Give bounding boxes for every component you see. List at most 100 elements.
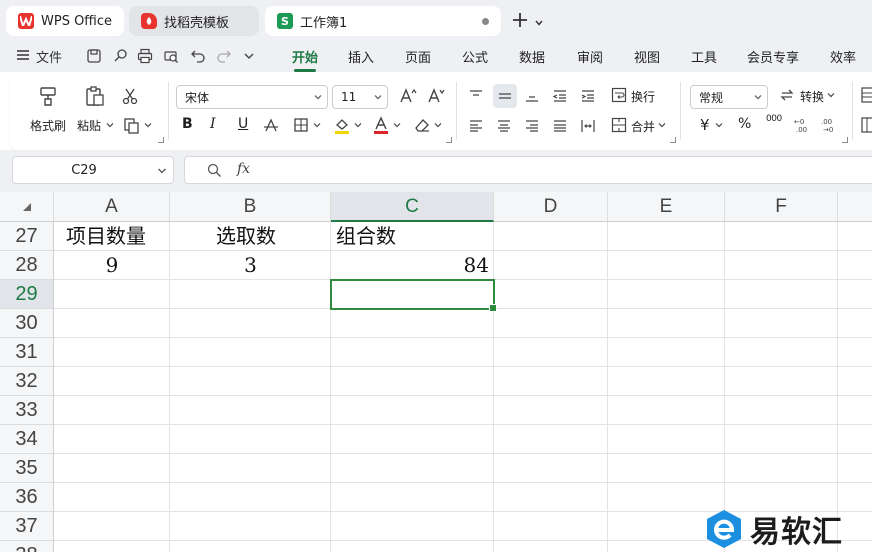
column-header-a[interactable]: A	[54, 192, 170, 222]
wrap-text-label[interactable]: 换行	[631, 88, 655, 105]
justify-icon[interactable]	[550, 116, 570, 136]
tab-formulas[interactable]: 公式	[462, 47, 488, 66]
column-header-e[interactable]: E	[608, 192, 725, 222]
row-header-34[interactable]: 34	[0, 425, 54, 454]
tab-wps-office[interactable]: WPS Office	[6, 6, 124, 36]
column-header-d[interactable]: D	[494, 192, 608, 222]
number-group-expand-icon[interactable]	[842, 137, 848, 143]
print-icon[interactable]	[137, 46, 153, 66]
chevron-down-icon[interactable]	[157, 166, 167, 176]
tab-view[interactable]: 视图	[634, 47, 660, 66]
cell-style-icon[interactable]	[860, 116, 872, 134]
wrap-text-icon[interactable]	[610, 86, 628, 104]
undo-icon[interactable]	[190, 46, 206, 66]
row-header-28[interactable]: 28	[0, 251, 54, 280]
formula-input[interactable]: fx	[184, 156, 872, 184]
name-box[interactable]: C29	[12, 156, 174, 184]
font-color-icon[interactable]	[371, 115, 391, 135]
align-bottom-icon[interactable]	[522, 86, 542, 106]
row-header-29[interactable]: 29	[0, 280, 54, 309]
column-header-g[interactable]	[838, 192, 872, 222]
decrease-indent-icon[interactable]	[550, 86, 570, 106]
row-header-32[interactable]: 32	[0, 367, 54, 396]
currency-format-button[interactable]: ¥	[700, 116, 710, 134]
row-header-31[interactable]: 31	[0, 338, 54, 367]
tab-review[interactable]: 审阅	[577, 47, 603, 66]
tab-efficiency[interactable]: 效率	[830, 47, 856, 66]
row-header-30[interactable]: 30	[0, 309, 54, 338]
file-menu-button[interactable]: 文件	[16, 46, 62, 66]
tab-insert[interactable]: 插入	[348, 47, 374, 66]
convert-label[interactable]: 转换	[800, 88, 824, 105]
align-right-icon[interactable]	[522, 116, 542, 136]
underline-button[interactable]: U	[238, 116, 248, 132]
tab-workbook-1[interactable]: S 工作簿1	[265, 6, 501, 36]
cell-c28[interactable]: 84	[331, 251, 493, 280]
decrease-font-size-icon[interactable]	[426, 86, 446, 106]
paste-icon[interactable]	[83, 84, 107, 108]
font-color-dropdown-icon[interactable]	[392, 120, 402, 130]
column-header-b[interactable]: B	[170, 192, 331, 222]
tab-member[interactable]: 会员专享	[747, 47, 799, 66]
cell-b28[interactable]: 3	[170, 251, 331, 280]
merge-cells-icon[interactable]	[610, 116, 628, 134]
currency-dropdown-icon[interactable]	[714, 120, 724, 130]
tab-page[interactable]: 页面	[405, 47, 431, 66]
unsaved-dot-icon[interactable]	[482, 18, 489, 25]
spreadsheet-grid[interactable]: A B C D E F 27 28 29 30 31 32 33 34 35 3…	[0, 192, 872, 552]
fill-color-dropdown-icon[interactable]	[353, 120, 363, 130]
tab-data[interactable]: 数据	[519, 47, 545, 66]
number-format-select[interactable]: 常规	[690, 85, 768, 109]
column-header-f[interactable]: F	[725, 192, 838, 222]
row-header-33[interactable]: 33	[0, 396, 54, 425]
row-header-35[interactable]: 35	[0, 454, 54, 483]
clear-dropdown-icon[interactable]	[433, 120, 443, 130]
borders-icon[interactable]	[292, 116, 310, 134]
convert-icon[interactable]	[778, 86, 796, 104]
tab-tools[interactable]: 工具	[691, 47, 717, 66]
tab-docer-templates[interactable]: 找稻壳模板	[129, 6, 259, 36]
font-name-select[interactable]: 宋体	[176, 85, 328, 109]
borders-dropdown-icon[interactable]	[312, 120, 322, 130]
chevron-down-icon[interactable]	[534, 9, 544, 33]
fill-color-icon[interactable]	[332, 115, 352, 135]
cell-a27[interactable]: 项目数量	[62, 222, 170, 251]
active-cell-c29[interactable]	[330, 279, 497, 312]
format-painter-label[interactable]: 格式刷	[30, 117, 66, 134]
bold-button[interactable]: B	[182, 116, 193, 132]
strikethrough-icon[interactable]	[262, 116, 280, 134]
share-link-icon[interactable]	[112, 46, 128, 66]
select-all-corner[interactable]	[0, 192, 54, 222]
save-icon[interactable]	[86, 46, 102, 66]
percent-format-button[interactable]: %	[738, 116, 751, 132]
zoom-lookup-icon[interactable]	[207, 163, 222, 178]
column-header-c[interactable]: C	[331, 192, 494, 222]
row-header-37[interactable]: 37	[0, 512, 54, 541]
font-size-select[interactable]: 11	[332, 85, 388, 109]
row-header-27[interactable]: 27	[0, 222, 54, 251]
cut-scissors-icon[interactable]	[120, 86, 140, 106]
row-header-36[interactable]: 36	[0, 483, 54, 512]
increase-indent-icon[interactable]	[578, 86, 598, 106]
align-top-icon[interactable]	[466, 86, 486, 106]
table-style-icon[interactable]	[860, 86, 872, 104]
thousands-separator-button[interactable]: 000	[766, 114, 782, 124]
alignment-group-expand-icon[interactable]	[670, 137, 676, 143]
convert-dropdown-icon[interactable]	[826, 90, 836, 100]
increase-font-size-icon[interactable]	[398, 86, 418, 106]
cell-c27[interactable]: 组合数	[332, 222, 492, 251]
row-header-38[interactable]: 38	[0, 541, 54, 552]
cell-b27[interactable]: 选取数	[212, 222, 330, 251]
align-center-icon[interactable]	[494, 116, 514, 136]
copy-icon[interactable]	[122, 116, 142, 136]
tab-home[interactable]: 开始	[292, 47, 318, 72]
align-left-icon[interactable]	[466, 116, 486, 136]
clear-format-eraser-icon[interactable]	[412, 115, 432, 135]
print-preview-icon[interactable]	[163, 46, 179, 66]
cell-a28[interactable]: 9	[54, 251, 170, 280]
increase-decimal-icon[interactable]: ←0.00	[792, 115, 812, 135]
redo-icon[interactable]	[216, 46, 232, 66]
paste-label[interactable]: 粘贴	[77, 117, 101, 134]
quick-access-more-icon[interactable]	[243, 46, 255, 66]
decrease-decimal-icon[interactable]: .00 →0	[819, 115, 839, 135]
